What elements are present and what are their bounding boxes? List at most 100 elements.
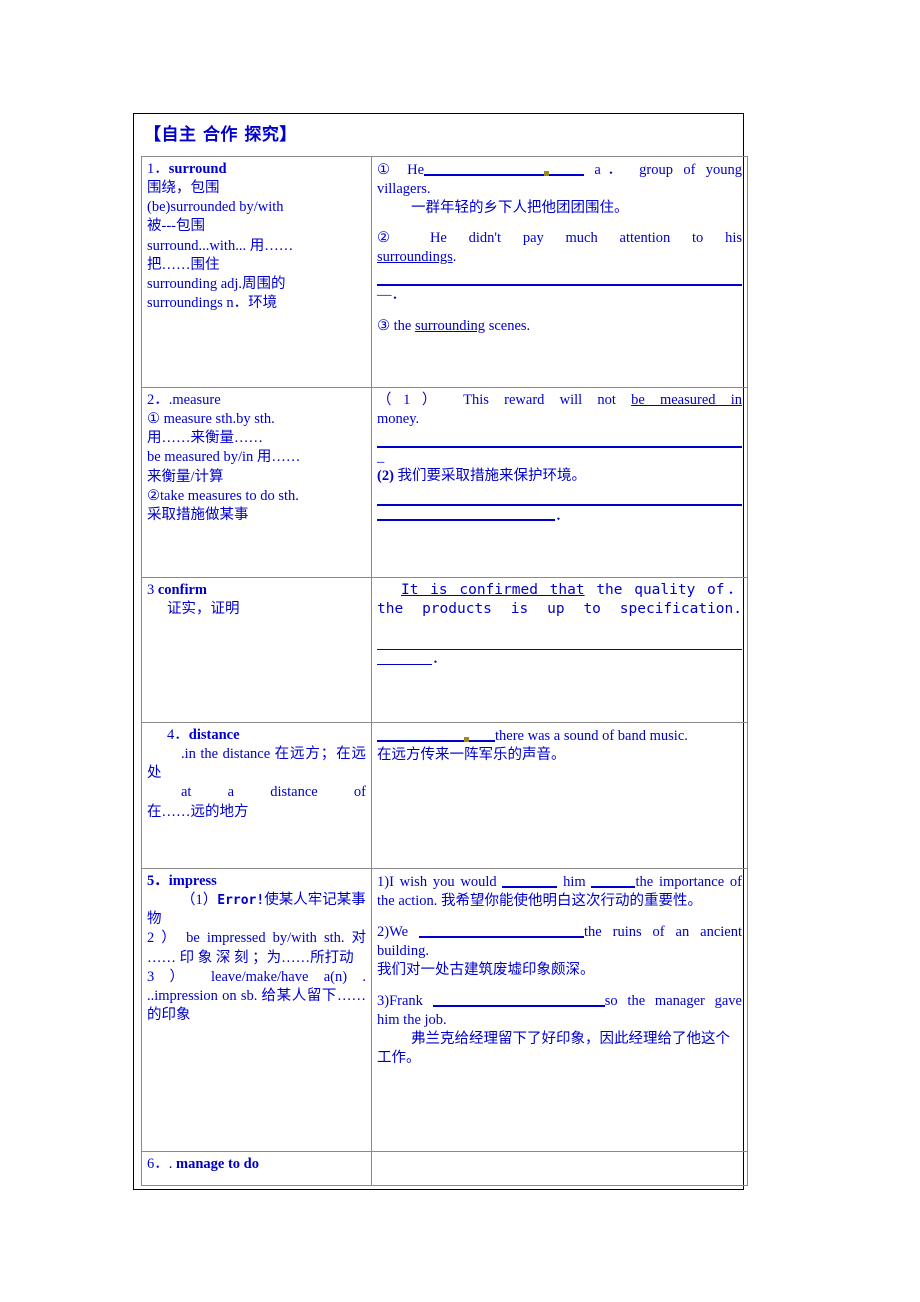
answer-blank[interactable] bbox=[377, 650, 432, 666]
answer-blank[interactable] bbox=[502, 872, 558, 888]
key-phrase: be measured in bbox=[631, 392, 742, 408]
page-frame: 【自主 合作 探究】 1．surround 围绕，包围 (be)surround… bbox=[133, 113, 748, 1190]
entry-line: 证实，证明 bbox=[167, 601, 240, 618]
answer-blank[interactable] bbox=[377, 726, 495, 742]
item-text: scenes. bbox=[485, 317, 531, 334]
translation-cn: 我们要采取措施来保护环境。 bbox=[397, 468, 587, 485]
entry-line: 在……远的地方 bbox=[147, 803, 249, 820]
exercise-item: （1） This reward will not be measured in bbox=[377, 391, 742, 410]
answer-line-2: ． bbox=[377, 650, 742, 669]
item-marker: 3) bbox=[377, 992, 390, 1009]
headword: surround bbox=[168, 161, 227, 177]
exercise-item: 2)We the ruins of an ancient building. bbox=[377, 922, 742, 961]
table-row: 3 confirm 证实，证明 It is confirmed that the… bbox=[141, 577, 748, 723]
answer-tail: —． bbox=[377, 287, 406, 304]
answer-blank[interactable] bbox=[424, 160, 585, 176]
answer-rule[interactable] bbox=[377, 272, 742, 287]
entry-confirm-left: 3 confirm 证实，证明 bbox=[141, 577, 372, 723]
headword: confirm bbox=[157, 582, 207, 598]
key-phrase: It is confirmed that bbox=[401, 582, 585, 598]
vocabulary-table: 1．surround 围绕，包围 (be)surrounded by/with … bbox=[141, 156, 748, 1186]
entry-line: 采取措施做某事 bbox=[147, 506, 249, 523]
entry-line: 被---包围 bbox=[147, 218, 205, 235]
answer-rule[interactable] bbox=[377, 492, 742, 506]
headword-line: 1．surround bbox=[147, 160, 366, 179]
answer-blank[interactable] bbox=[377, 506, 555, 522]
entry-impress-right: 1)I wish you would him the importance of… bbox=[371, 868, 748, 1152]
headword-line: 5．impress bbox=[147, 872, 366, 891]
item-text: . bbox=[452, 249, 457, 266]
table-row: 5．impress （1）Error!使某人牢记某事物 2 ） be impre… bbox=[141, 868, 748, 1152]
exercise-item-cont: surroundings. bbox=[377, 248, 742, 267]
entry-confirm-right: It is confirmed that the quality of． the… bbox=[371, 577, 748, 723]
entry-distance-right: there was a sound of band music. 在远方传来一阵… bbox=[371, 722, 748, 869]
key-phrase: surroundings bbox=[377, 249, 453, 266]
entry-surround-left: 1．surround 围绕，包围 (be)surrounded by/with … bbox=[141, 156, 372, 388]
answer-blank[interactable] bbox=[591, 872, 636, 888]
headword-number: 1． bbox=[147, 161, 169, 177]
entry-line: surroundings n．环境 bbox=[147, 294, 278, 311]
headword-line: 4．distance bbox=[147, 726, 366, 745]
entry-line: 来衡量/计算 bbox=[147, 468, 224, 485]
table-row: 1．surround 围绕，包围 (be)surrounded by/with … bbox=[141, 156, 748, 388]
answer-tail: ． bbox=[555, 507, 570, 524]
headword-number: 5． bbox=[147, 873, 169, 889]
item-marker: 2) bbox=[377, 923, 390, 940]
item-marker: （1） bbox=[181, 892, 218, 909]
headword-number: 4． bbox=[167, 727, 189, 743]
headword-line: 6．. manage to do bbox=[147, 1155, 366, 1174]
table-row: 4．distance .in the distance 在远方；在远处 at a… bbox=[141, 722, 748, 869]
entry-line: (be)surrounded by/with bbox=[147, 199, 284, 216]
entry-manage-right bbox=[371, 1151, 748, 1186]
table-row: 6．. manage to do bbox=[141, 1151, 748, 1186]
headword-line: 2．.measure bbox=[147, 391, 366, 410]
entry-line: surround...with... 用…… bbox=[147, 237, 294, 254]
error-field-text: Error! bbox=[217, 893, 265, 909]
item-marker: ① bbox=[377, 161, 397, 178]
answer-rule[interactable] bbox=[377, 434, 742, 449]
entry-measure-right: （1） This reward will not be measured in … bbox=[371, 387, 748, 578]
entry-manage-left: 6．. manage to do bbox=[141, 1151, 372, 1186]
headword-number: 6．. bbox=[147, 1156, 173, 1172]
headword: distance bbox=[188, 727, 240, 743]
answer-blank[interactable] bbox=[418, 922, 584, 938]
item-text: the bbox=[393, 317, 415, 334]
entry-line: 围绕，包围 bbox=[147, 180, 220, 197]
exercise-item: there was a sound of band music. bbox=[377, 726, 742, 746]
headword: impress bbox=[168, 873, 217, 889]
item-marker: （1） bbox=[377, 392, 448, 408]
headword: .measure bbox=[168, 392, 221, 408]
item-marker: 1) bbox=[377, 873, 390, 890]
item-text: him bbox=[563, 873, 586, 890]
item-text: I wish you would bbox=[389, 873, 497, 890]
entry-impress-left: 5．impress （1）Error!使某人牢记某事物 2 ） be impre… bbox=[141, 868, 372, 1152]
answer-tail: ． bbox=[432, 651, 447, 668]
entry-line: 3 ） leave/make/have a(n) . ..impression … bbox=[147, 968, 366, 1023]
entry-line: ① measure sth.by sth. bbox=[147, 411, 275, 428]
answer-rule[interactable] bbox=[377, 637, 742, 651]
translation-cn: 一群年轻的乡下人把他团团围住。 bbox=[411, 200, 629, 217]
entry-line: be measured by/in 用…… bbox=[147, 449, 301, 466]
entry-line: 用……来衡量…… bbox=[147, 430, 263, 447]
answer-line-2: ． bbox=[377, 506, 742, 526]
answer-tail: _ bbox=[377, 449, 385, 466]
item-text: money. bbox=[377, 411, 420, 428]
exercise-item: (2) 我们要采取措施来保护环境。 bbox=[377, 467, 742, 486]
entry-line: .in the distance 在远方；在远处 bbox=[147, 746, 366, 782]
item-text: This reward will not bbox=[463, 392, 632, 408]
item-text: He didn't pay much attention to his bbox=[429, 230, 743, 247]
item-text: there was a sound of band music. bbox=[495, 727, 688, 744]
item-text: We bbox=[389, 923, 409, 940]
exercise-item: ② He didn't pay much attention to his bbox=[377, 229, 742, 248]
entry-line: 把……围住 bbox=[147, 256, 220, 273]
translation-cn: 在远方传来一阵军乐的声音。 bbox=[377, 746, 566, 763]
page-title: 【自主 合作 探究】 bbox=[144, 125, 297, 145]
translation-cn: 弗兰克给经理留下了好印象，因此经理给了他这个工作。 bbox=[377, 1031, 730, 1067]
answer-blank[interactable] bbox=[432, 991, 605, 1007]
item-text: He bbox=[407, 161, 425, 178]
item-marker: ② bbox=[377, 230, 409, 247]
exercise-item: ③ the surrounding scenes. bbox=[377, 317, 742, 336]
